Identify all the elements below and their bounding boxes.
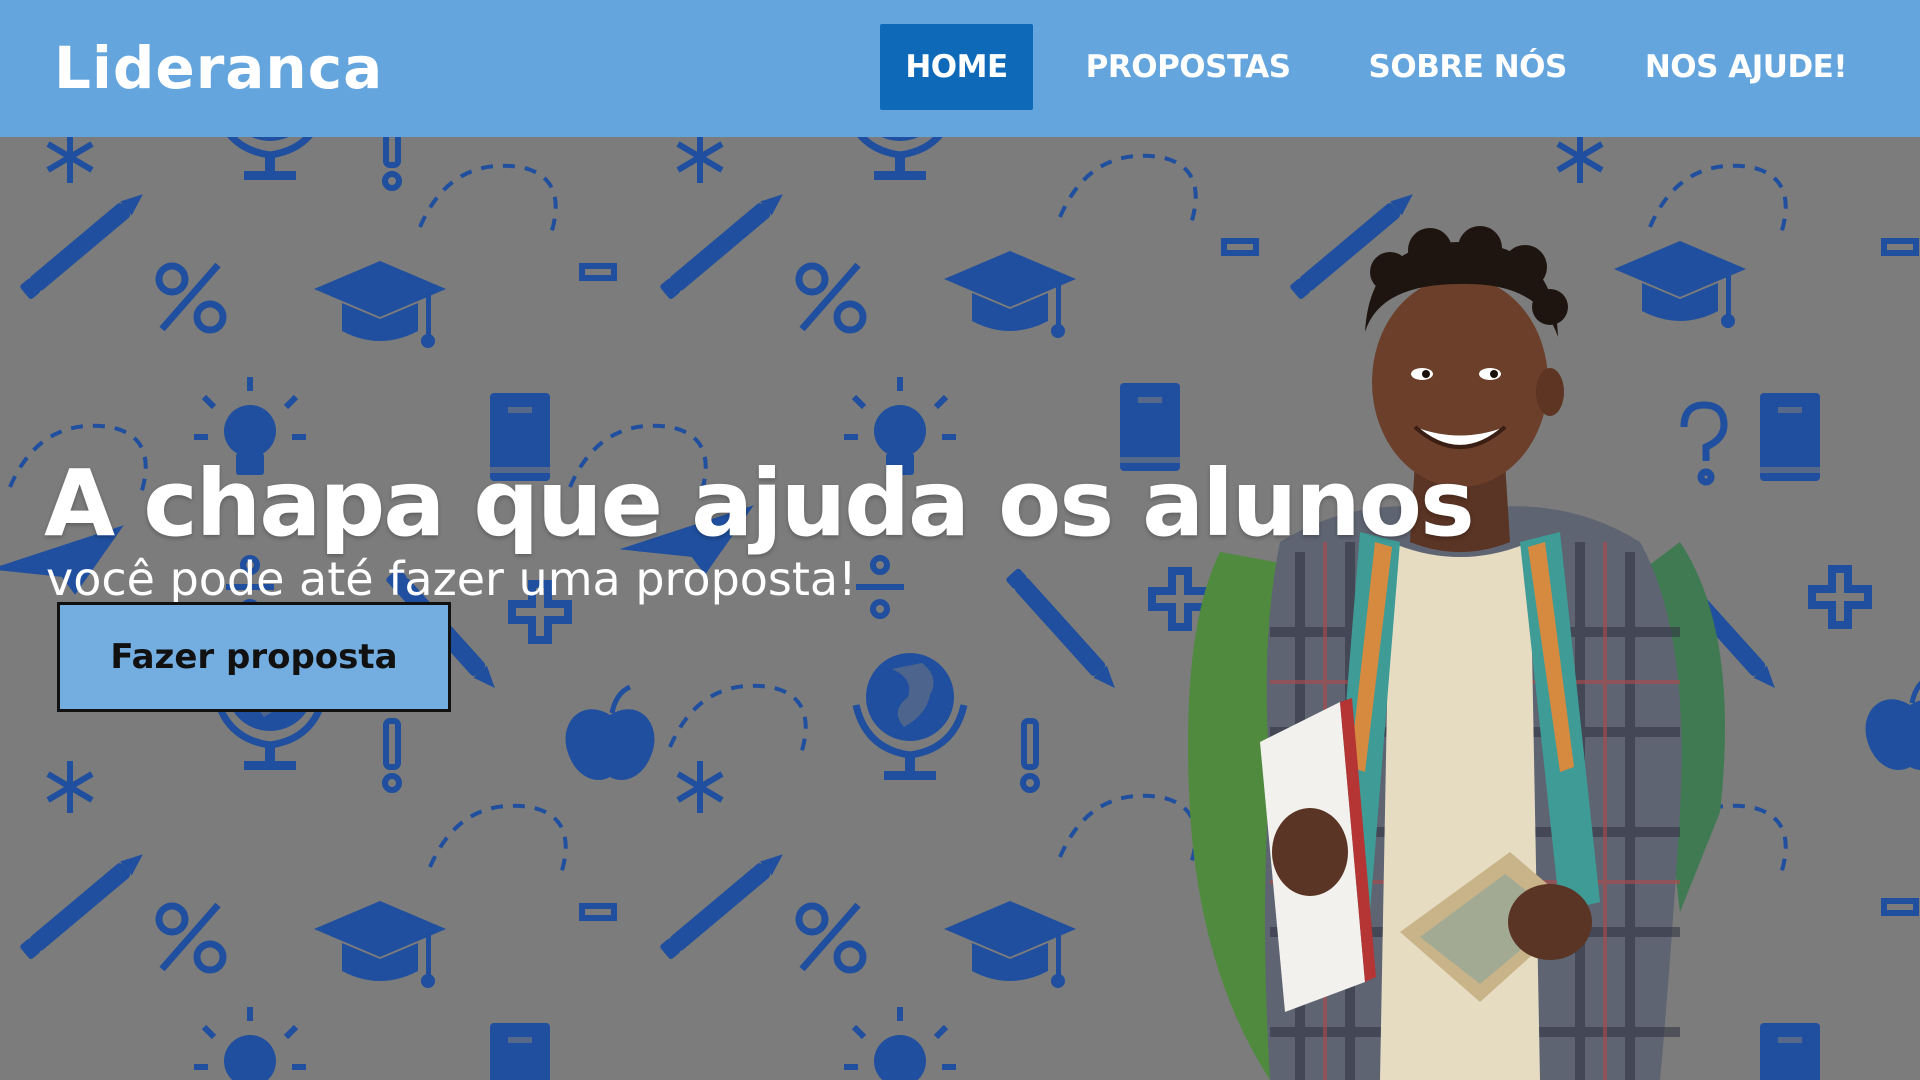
nav-item-sobre-nos[interactable]: SOBRE NÓS	[1344, 24, 1592, 110]
page: Lideranca HOME PROPOSTAS SOBRE NÓS NOS A…	[0, 0, 1920, 1080]
nav-item-home[interactable]: HOME	[880, 24, 1033, 110]
fazer-proposta-button[interactable]: Fazer proposta	[57, 602, 451, 712]
hero-section: A chapa que ajuda os alunos você pode at…	[0, 137, 1920, 1080]
nav-item-propostas[interactable]: PROPOSTAS	[1061, 24, 1316, 110]
nav-item-nos-ajude[interactable]: NOS AJUDE!	[1620, 24, 1872, 110]
student-photo	[1188, 226, 1725, 1080]
brand-logo[interactable]: Lideranca	[54, 28, 383, 108]
hero-subline: você pode até fazer uma proposta!	[46, 552, 857, 606]
navbar: Lideranca HOME PROPOSTAS SOBRE NÓS NOS A…	[0, 0, 1920, 137]
main-nav: HOME PROPOSTAS SOBRE NÓS NOS AJUDE!	[880, 24, 1920, 110]
hero-headline: A chapa que ajuda os alunos	[44, 449, 1475, 557]
